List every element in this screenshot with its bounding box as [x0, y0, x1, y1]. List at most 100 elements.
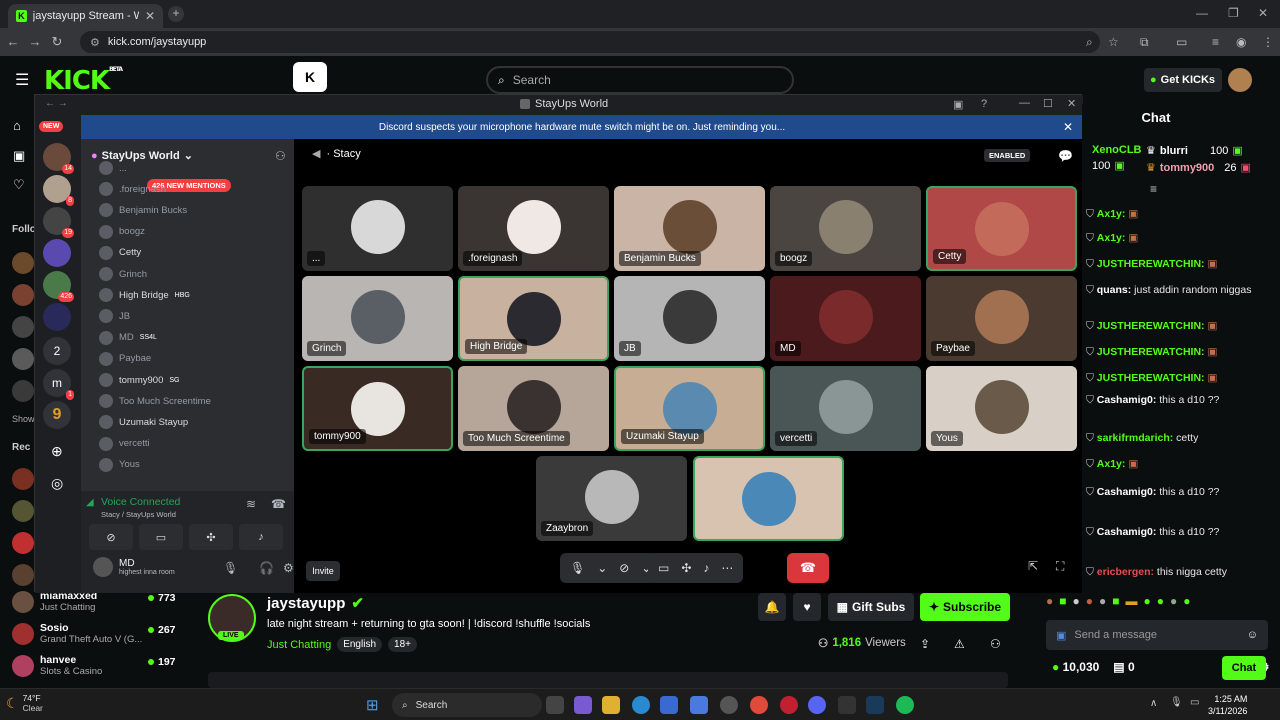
chat-message[interactable]: ⛉ sarkifrmdarich: cetty — [1086, 432, 1274, 445]
server-icon[interactable]: 9 — [43, 401, 71, 429]
chat-username[interactable]: Ax1y: — [1097, 208, 1126, 220]
followed-channel-avatar[interactable] — [12, 348, 34, 370]
tray-mic-icon[interactable]: 🎙 — [1170, 697, 1183, 708]
recommended-row[interactable]: Sosio Grand Theft Auto V (G... 267 — [12, 622, 182, 645]
emote-bar[interactable]: ● ■ ● ● ● ■ ▬ ● ● ● ● — [1046, 594, 1191, 608]
xbox-icon[interactable] — [838, 696, 856, 714]
github-icon[interactable] — [720, 696, 738, 714]
voice-member[interactable]: Paybae — [99, 351, 279, 366]
chat-username[interactable]: quans: — [1097, 284, 1131, 296]
voice-member[interactable]: Too Much Screentime — [99, 394, 279, 409]
home-icon[interactable]: ⌂ — [13, 118, 21, 133]
participant-tile[interactable]: Benjamin Bucks — [614, 186, 765, 271]
settings-gear-icon[interactable]: ⚙ — [283, 561, 294, 575]
voice-member[interactable]: Grinch — [99, 267, 279, 281]
kick-browse-button[interactable]: K — [293, 62, 327, 92]
participant-tile[interactable]: Zaaybron — [536, 456, 687, 541]
report-icon[interactable]: ⚠ — [954, 637, 965, 651]
voice-member[interactable]: boogz — [99, 224, 279, 239]
fullscreen-icon[interactable]: ⛶ — [1056, 559, 1064, 574]
voice-member[interactable]: High Bridge HBG — [99, 288, 279, 303]
participant-tile[interactable]: High Bridge — [458, 276, 609, 361]
followed-channel-avatar[interactable] — [12, 252, 34, 274]
mic-icon[interactable]: 🎙 — [223, 561, 238, 575]
participant-tile[interactable]: vercetti — [770, 366, 921, 451]
inbox-icon[interactable]: ▣ — [953, 98, 963, 111]
camera-toggle-button[interactable]: ⊘ — [89, 524, 133, 550]
participant-tile[interactable]: Too Much Screentime — [458, 366, 609, 451]
signal-icon[interactable]: ◢ — [86, 497, 94, 508]
sidebar-icon[interactable]: ▭ — [1176, 35, 1187, 49]
user-avatar[interactable] — [1228, 68, 1252, 92]
participant-tile[interactable] — [693, 456, 844, 541]
store-icon[interactable] — [660, 696, 678, 714]
activities-button[interactable]: ✣ — [189, 524, 233, 550]
participant-tile[interactable]: Paybae — [926, 276, 1077, 361]
discord-back-icon[interactable]: ← → — [45, 98, 68, 109]
kick-search-input[interactable]: ⌕ Search — [486, 66, 794, 94]
chat-message[interactable]: ⛉ JUSTHEREWATCHIN: ▣ — [1086, 372, 1274, 385]
kicks-balance[interactable]: ● 10,030 — [1052, 660, 1099, 674]
copilot-icon[interactable] — [574, 696, 592, 714]
chat-message[interactable]: ⛉ Cashamig0: this a d10 ?? — [1086, 486, 1274, 499]
server-icon[interactable]: 426 — [43, 271, 74, 302]
participant-tile[interactable]: JB — [614, 276, 765, 361]
participant-tile[interactable]: Grinch — [302, 276, 453, 361]
menu-kebab-icon[interactable]: ⋮ — [1262, 35, 1274, 49]
soundboard-button[interactable]: ♪ — [239, 524, 283, 550]
headphones-icon[interactable]: 🎧 — [259, 561, 274, 575]
opera-icon[interactable] — [780, 696, 798, 714]
recommended-row[interactable]: miamaxxed Just Chatting 773 — [12, 590, 182, 613]
end-call-button[interactable]: ☎ — [787, 553, 829, 583]
voice-member[interactable]: tommy900 SG — [99, 373, 279, 387]
voice-member[interactable]: Cetty — [99, 245, 279, 260]
add-server-icon[interactable]: ⊕ — [51, 443, 63, 460]
store-count[interactable]: ▤ 0 — [1113, 660, 1134, 674]
tag-pill[interactable]: 18+ — [388, 637, 417, 652]
participant-tile[interactable]: Cetty — [926, 186, 1077, 271]
chat-message[interactable]: ⛉ Cashamig0: this a d10 ?? — [1086, 526, 1274, 539]
minimize-icon[interactable]: — — [1196, 6, 1208, 20]
chat-username[interactable]: JUSTHEREWATCHIN: — [1097, 258, 1205, 270]
followed-channel-avatar[interactable] — [12, 316, 34, 338]
dismiss-notice-icon[interactable]: ✕ — [1063, 120, 1073, 134]
reload-icon[interactable]: ↻ — [46, 34, 68, 50]
recommended-channel-avatar[interactable] — [12, 564, 34, 586]
participant-tile[interactable]: Uzumaki Stayup — [614, 366, 765, 451]
discover-icon[interactable]: ◎ — [51, 475, 63, 492]
chat-message[interactable]: ⛉ JUSTHEREWATCHIN: ▣ — [1086, 346, 1274, 359]
file-explorer-icon[interactable] — [602, 696, 620, 714]
close-tab-icon[interactable]: ✕ — [145, 9, 155, 23]
server-icon[interactable] — [43, 303, 71, 331]
taskbar-search[interactable]: ⌕ Search — [392, 693, 542, 717]
kick-emote-icon[interactable]: ▣ — [1056, 629, 1066, 642]
chat-username[interactable]: Ax1y: — [1097, 458, 1126, 470]
chat-username[interactable]: JUSTHEREWATCHIN: — [1097, 320, 1205, 332]
following-heart-icon[interactable]: ♡ — [13, 177, 25, 193]
server-icon[interactable] — [43, 239, 71, 267]
stream-category[interactable]: Just Chatting — [267, 639, 331, 651]
chat-message[interactable]: ⛉ JUSTHEREWATCHIN: ▣ — [1086, 258, 1274, 271]
profile-icon[interactable]: ◉ — [1236, 35, 1246, 49]
chat-message[interactable]: ⛉ JUSTHEREWATCHIN: ▣ — [1086, 320, 1274, 333]
new-tab-button[interactable]: + — [168, 6, 184, 22]
task-view-icon[interactable] — [546, 696, 564, 714]
chat-message[interactable]: ⛉ quans: just addin random niggas — [1086, 284, 1274, 297]
participant-tile[interactable]: tommy900 — [302, 366, 453, 451]
participant-tile[interactable]: boogz — [770, 186, 921, 271]
voice-member[interactable]: JB — [99, 309, 279, 324]
edge-icon[interactable] — [632, 696, 650, 714]
tag-pill[interactable]: English — [337, 637, 383, 652]
outlook-icon[interactable] — [690, 696, 708, 714]
url-field[interactable]: ⚙ kick.com/jaystayupp — [80, 31, 1100, 53]
chat-message[interactable]: ⛉ ericbergen: this nigga cetty — [1086, 566, 1274, 579]
chrome-icon[interactable] — [750, 696, 768, 714]
back-icon[interactable]: ← — [2, 34, 24, 49]
voice-location[interactable]: Stacy / StayUps World — [101, 510, 176, 519]
server-icon[interactable]: 14 — [43, 143, 74, 174]
forward-icon[interactable]: → — [24, 34, 46, 49]
help-icon[interactable]: ? — [981, 98, 987, 110]
share-icon[interactable]: ⇪ — [920, 637, 930, 651]
media-icon[interactable]: ≡ — [1212, 35, 1219, 49]
chat-input[interactable]: ▣ Send a message ☺ — [1046, 620, 1268, 650]
